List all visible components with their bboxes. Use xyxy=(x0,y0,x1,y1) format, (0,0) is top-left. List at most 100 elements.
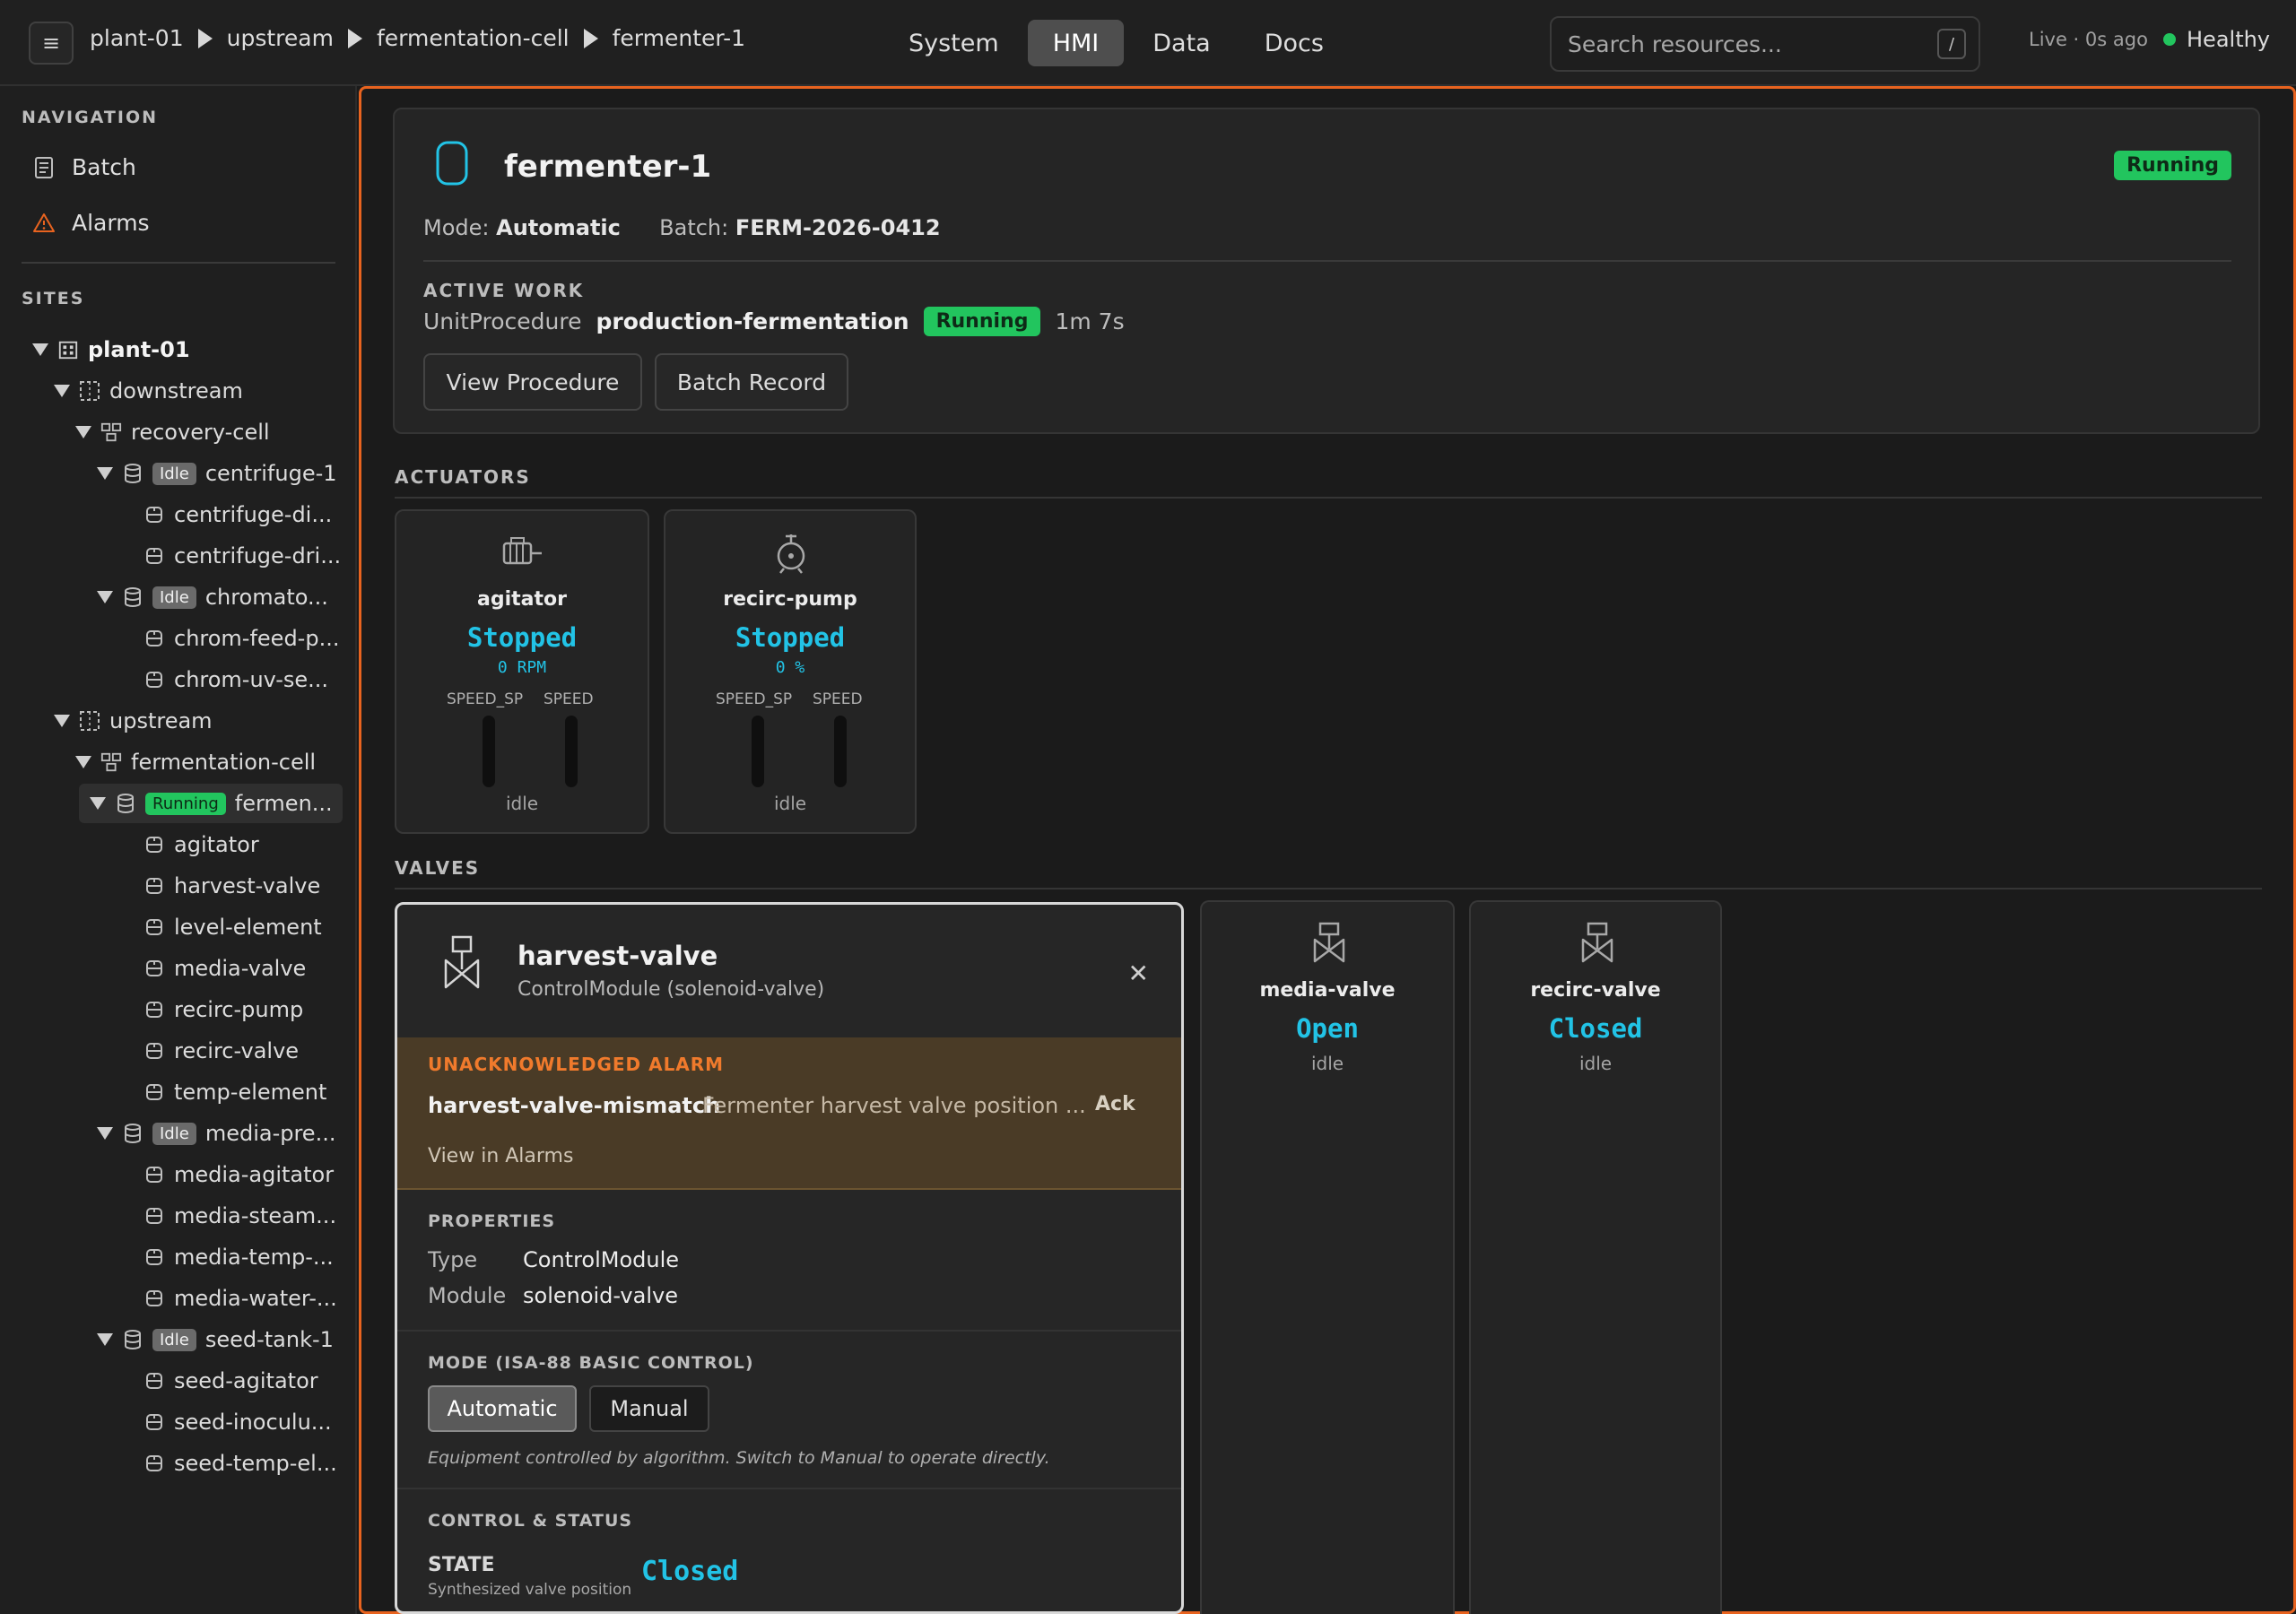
valves-divider xyxy=(395,888,2262,889)
expand-caret-icon[interactable] xyxy=(97,1333,113,1346)
tree-item-recirc-pump[interactable]: recirc-pump xyxy=(118,990,303,1029)
expand-caret-icon[interactable] xyxy=(75,426,91,438)
valve-tile-media-valve[interactable]: media-valve Open idle xyxy=(1200,900,1455,1614)
mode-label: Mode: xyxy=(423,215,490,240)
tree-item-fermen[interactable]: Running fermen... xyxy=(79,784,343,823)
tree-item-downstream[interactable]: downstream xyxy=(54,371,243,411)
tree-item-media-pre[interactable]: Idle media-pre... xyxy=(97,1114,335,1153)
valve-icon xyxy=(444,935,480,989)
tree-item-fermentation-cell[interactable]: fermentation-cell xyxy=(75,742,316,782)
valve-icon xyxy=(1313,922,1345,963)
tree-item-agitator[interactable]: agitator xyxy=(118,825,259,864)
tree-item-chromato[interactable]: Idle chromato... xyxy=(97,577,328,617)
expand-caret-icon[interactable] xyxy=(97,467,113,480)
expand-caret-icon[interactable] xyxy=(97,591,113,603)
batch-label: Batch: xyxy=(659,215,729,240)
tree-item-label: media-valve xyxy=(174,956,307,981)
tree-item-label: recovery-cell xyxy=(131,420,270,445)
tree-item-label: media-agitator xyxy=(174,1162,335,1187)
sidebar-item-label: Batch xyxy=(72,154,136,180)
mode-manual-button[interactable]: Manual xyxy=(589,1385,709,1432)
health-label: Healthy xyxy=(2187,27,2271,52)
tree-item-seed-tank-1[interactable]: Idle seed-tank-1 xyxy=(97,1320,334,1359)
close-icon[interactable]: ✕ xyxy=(1128,959,1149,988)
hamburger-icon: ≡ xyxy=(41,30,61,56)
expand-caret-icon[interactable] xyxy=(75,756,91,768)
tree-item-label: chromato... xyxy=(204,585,328,610)
breadcrumb-item[interactable]: upstream xyxy=(227,25,334,51)
tree-item-seed-agitator[interactable]: seed-agitator xyxy=(118,1361,318,1401)
sidebar-item-batch[interactable]: Batch xyxy=(32,154,136,180)
tab-data[interactable]: Data xyxy=(1127,20,1235,66)
expand-caret-icon[interactable] xyxy=(54,715,70,727)
tree-item-centrifuge-di[interactable]: centrifuge-di... xyxy=(118,495,332,534)
tree-item-upstream[interactable]: upstream xyxy=(54,701,213,741)
tree-item-seed-temp-el[interactable]: seed-temp-el... xyxy=(118,1444,337,1483)
tree-item-label: chrom-uv-se... xyxy=(174,667,329,692)
alarm-banner: UNACKNOWLEDGED ALARM harvest-valve-misma… xyxy=(397,1037,1181,1190)
control-module-icon xyxy=(144,916,165,938)
procedure-name[interactable]: production-fermentation xyxy=(596,308,909,334)
expand-caret-icon[interactable] xyxy=(90,797,106,810)
tree-item-recovery-cell[interactable]: recovery-cell xyxy=(75,412,270,452)
view-procedure-button[interactable]: View Procedure xyxy=(423,353,642,411)
actuator-state: Stopped xyxy=(466,622,578,653)
mode-automatic-button[interactable]: Automatic xyxy=(428,1385,577,1432)
tree-item-recirc-valve[interactable]: recirc-valve xyxy=(118,1031,299,1071)
tab-hmi[interactable]: HMI xyxy=(1027,20,1125,66)
bar-label-setpoint: SPEED_SP xyxy=(716,690,793,708)
valve-detail-panel: harvest-valve ControlModule (solenoid-va… xyxy=(395,902,1184,1614)
tree-item-label: recirc-pump xyxy=(174,997,304,1022)
tree-item-label: fermen... xyxy=(234,791,333,816)
tab-system[interactable]: System xyxy=(883,20,1024,66)
tree-item-harvest-valve[interactable]: harvest-valve xyxy=(118,866,320,906)
tree-item-plant-01[interactable]: plant-01 xyxy=(32,330,190,369)
expand-caret-icon[interactable] xyxy=(54,385,70,397)
tree-item-label: centrifuge-1 xyxy=(204,461,337,486)
control-module-icon xyxy=(144,1288,165,1309)
actuator-tile-recirc-pump[interactable]: recirc-pump Stopped 0 % SPEED_SP SPEED i… xyxy=(664,509,917,834)
state-value: Closed xyxy=(641,1556,739,1587)
ack-button[interactable]: Ack xyxy=(1095,1093,1135,1115)
expand-caret-icon[interactable] xyxy=(97,1127,113,1140)
tree-item-label: media-water-... xyxy=(174,1286,337,1311)
actuator-reading: 0 RPM xyxy=(497,658,547,677)
search-input[interactable] xyxy=(1568,18,1926,70)
sidebar-item-alarms[interactable]: Alarms xyxy=(32,210,150,236)
tree-item-label: harvest-valve xyxy=(174,873,321,898)
alarm-message: Fermenter harvest valve position ... xyxy=(702,1093,1086,1118)
tree-item-media-valve[interactable]: media-valve xyxy=(118,949,306,988)
tree-item-chrom-feed-p[interactable]: chrom-feed-p... xyxy=(118,619,339,658)
tree-item-centrifuge-1[interactable]: Idle centrifuge-1 xyxy=(97,454,337,493)
tree-item-chrom-uv-se[interactable]: chrom-uv-se... xyxy=(118,660,328,699)
tree-item-label: seed-inoculu... xyxy=(174,1410,332,1435)
tree-item-level-element[interactable]: level-element xyxy=(118,907,322,947)
view-in-alarms-link[interactable]: View in Alarms xyxy=(428,1145,573,1167)
tree-item-centrifuge-dri[interactable]: centrifuge-dri... xyxy=(118,536,341,576)
batch-record-button[interactable]: Batch Record xyxy=(655,353,848,411)
tree-item-temp-element[interactable]: temp-element xyxy=(118,1072,326,1112)
tree-item-media-steam[interactable]: media-steam... xyxy=(118,1196,336,1236)
tree-item-seed-inoculu[interactable]: seed-inoculu... xyxy=(118,1402,332,1442)
control-module-icon xyxy=(144,1453,165,1474)
actuator-tile-agitator[interactable]: agitator Stopped 0 RPM SPEED_SP SPEED id… xyxy=(395,509,649,834)
bar-label-speed: SPEED xyxy=(544,690,594,708)
control-module-icon xyxy=(144,1370,165,1392)
tree-item-label: downstream xyxy=(109,378,243,404)
tree-item-label: seed-temp-el... xyxy=(174,1451,337,1476)
breadcrumb-item[interactable]: fermentation-cell xyxy=(377,25,570,51)
unit-mode: Mode: Automatic Batch: FERM-2026-0412 xyxy=(423,215,941,240)
expand-caret-icon[interactable] xyxy=(32,343,48,356)
tree-item-media-agitator[interactable]: media-agitator xyxy=(118,1155,334,1194)
tree-item-label: upstream xyxy=(109,708,213,733)
tree-item-media-water[interactable]: media-water-... xyxy=(118,1279,337,1318)
unit-icon xyxy=(115,793,136,814)
tab-docs[interactable]: Docs xyxy=(1239,20,1349,66)
valve-tile-recirc-valve[interactable]: recirc-valve Closed idle xyxy=(1469,900,1722,1614)
breadcrumb-item[interactable]: plant-01 xyxy=(90,25,184,51)
motor-icon xyxy=(502,537,542,565)
status-badge: Idle xyxy=(152,1328,196,1351)
tree-item-media-temp[interactable]: media-temp-... xyxy=(118,1237,334,1277)
unit-divider xyxy=(423,260,2231,262)
menu-button[interactable]: ≡ xyxy=(29,22,74,65)
